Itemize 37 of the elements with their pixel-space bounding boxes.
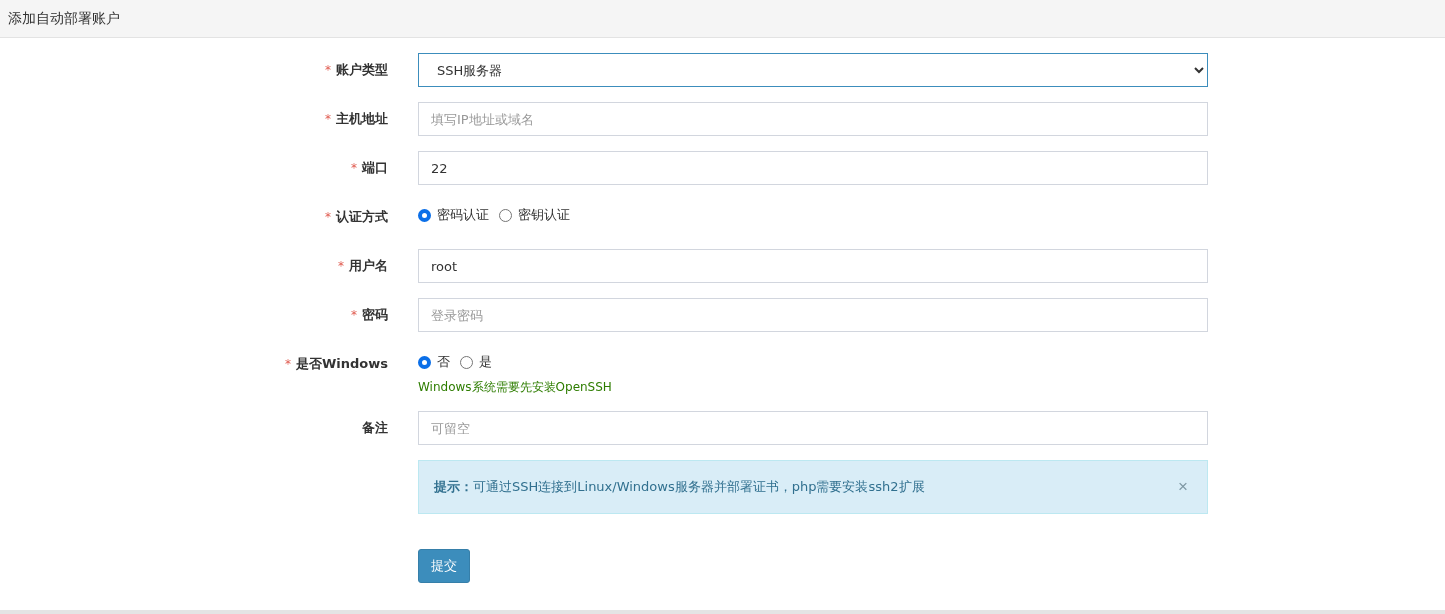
radio-button[interactable] (418, 355, 431, 369)
input-field[interactable]: 填写IP地址或域名 (418, 102, 1208, 136)
help-text: Windows系统需要先安装OpenSSH (418, 379, 612, 396)
field-label: 密码 (362, 306, 388, 324)
alert-text: 提示：可通过SSH连接到Linux/Windows服务器并部署证书，php需要安装ssh2扩展 (434, 478, 925, 496)
select-field[interactable]: SSH服务器 (418, 53, 1208, 87)
input-field[interactable]: 可留空 (418, 411, 1208, 445)
radio-label: 是 (479, 353, 492, 371)
radio-option[interactable]: 否 (418, 353, 450, 371)
required-mark: * (325, 210, 331, 224)
radio-option[interactable]: 密码认证 (418, 206, 489, 224)
required-mark: * (325, 63, 331, 77)
field-label: 备注 (362, 419, 388, 437)
field-label: 认证方式 (336, 208, 388, 226)
radio-label: 密钥认证 (518, 206, 570, 224)
input-field[interactable]: 登录密码 (418, 298, 1208, 332)
radio-label: 否 (437, 353, 450, 371)
required-mark: * (325, 112, 331, 126)
required-mark: * (284, 357, 291, 371)
required-mark: * (351, 308, 357, 322)
required-mark: * (338, 259, 344, 273)
radio-button[interactable] (460, 355, 473, 369)
required-mark: * (351, 161, 357, 175)
radio-button[interactable] (499, 208, 512, 222)
field-label: 端口 (362, 159, 388, 177)
field-label: 主机地址 (336, 110, 388, 128)
input-field[interactable]: 22 (418, 151, 1208, 185)
page-title: 添加自动部署账户 (8, 9, 120, 28)
radio-option[interactable]: 是 (460, 353, 492, 371)
submit-button[interactable]: 提交 (418, 549, 470, 583)
radio-option[interactable]: 密钥认证 (499, 206, 570, 224)
radio-button[interactable] (418, 208, 431, 222)
input-field[interactable]: root (418, 249, 1208, 283)
radio-label: 密码认证 (437, 206, 489, 224)
field-label: 用户名 (349, 257, 388, 275)
field-label: 是否Windows (295, 355, 388, 373)
field-label: 账户类型 (336, 61, 388, 79)
